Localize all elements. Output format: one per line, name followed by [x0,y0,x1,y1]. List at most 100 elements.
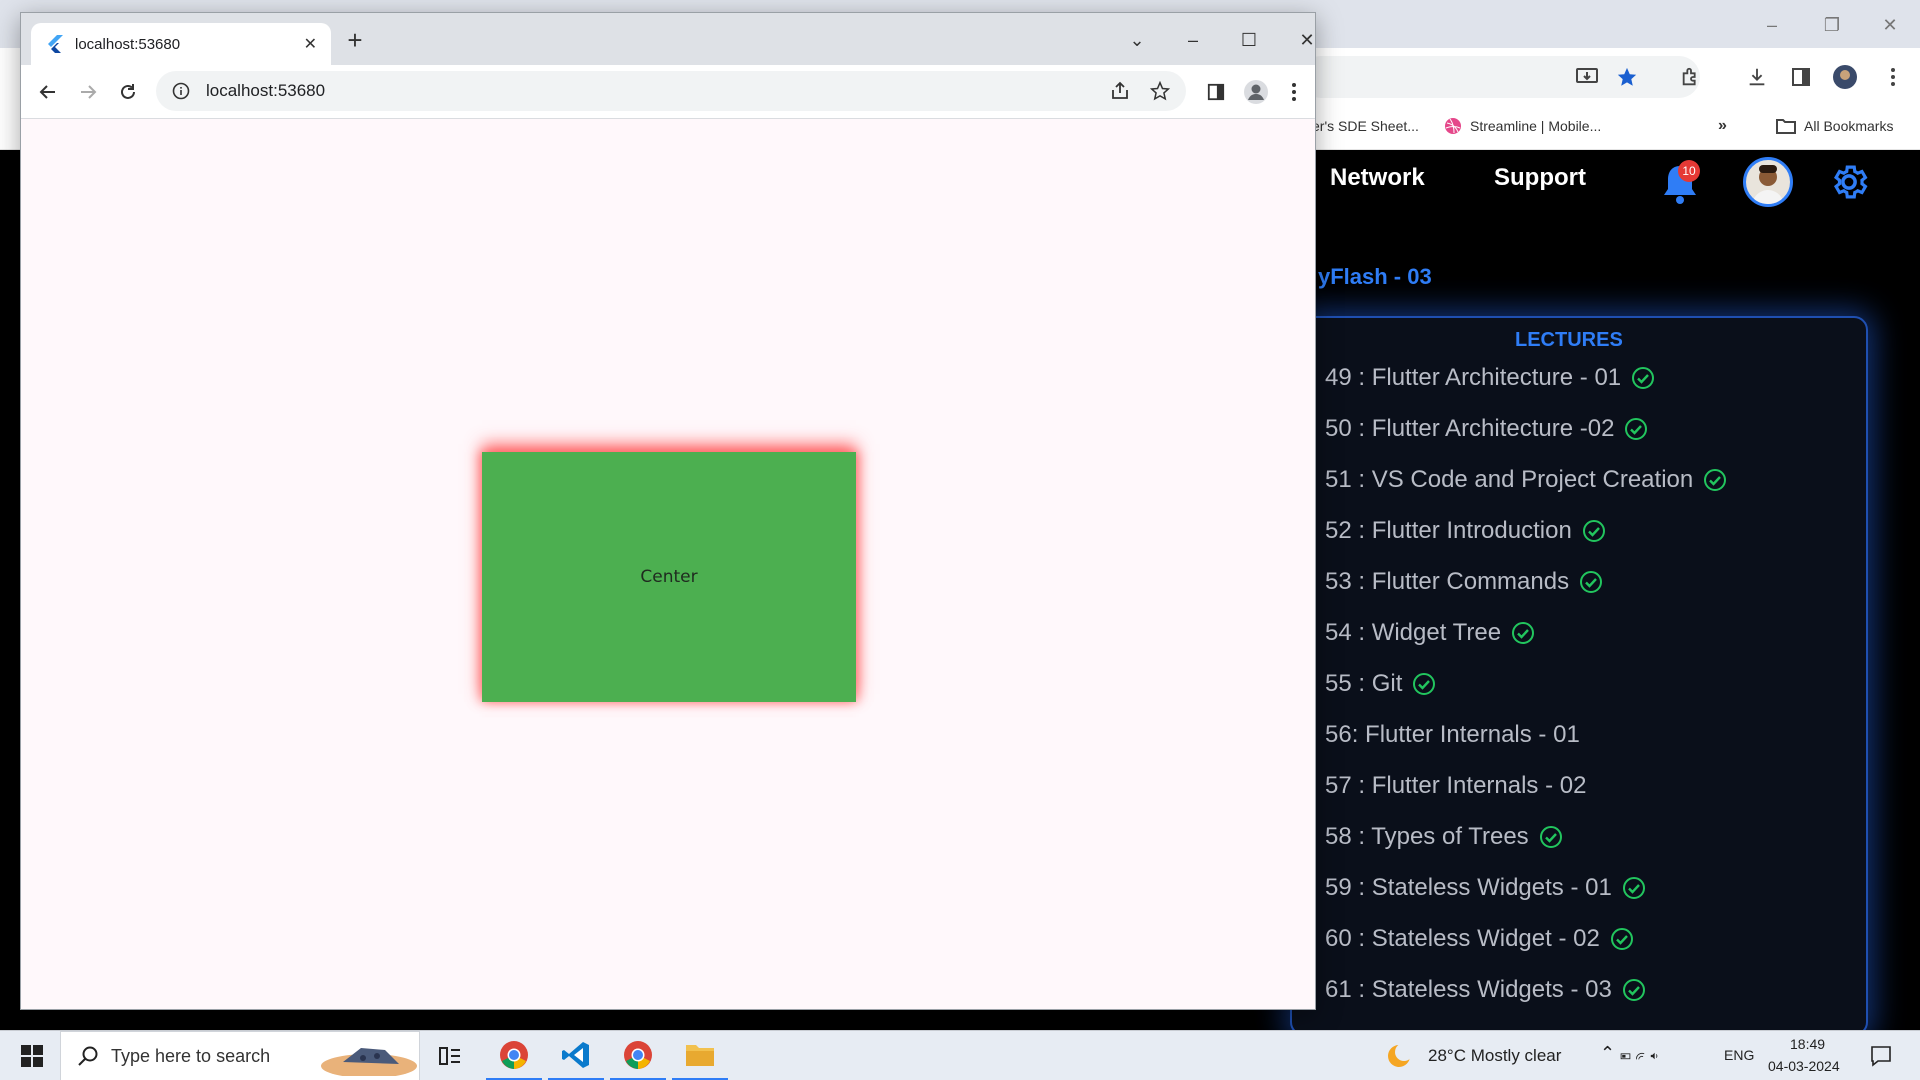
fg-minimize-button[interactable]: – [1173,25,1213,55]
side-panel-icon[interactable] [1786,62,1816,92]
user-avatar[interactable] [1743,157,1793,207]
weather-text[interactable]: 28°C Mostly clear [1428,1046,1561,1066]
bg-close-button[interactable]: ✕ [1870,10,1910,40]
lecture-label: 51 : VS Code and Project Creation [1325,466,1694,493]
fg-profile-icon[interactable] [1241,77,1271,107]
taskbar-file-explorer-icon[interactable] [672,1031,728,1080]
tray-system-icons[interactable] [1620,1031,1664,1080]
settings-gear-icon[interactable] [1828,161,1870,203]
fg-close-button[interactable]: ✕ [1287,25,1327,55]
completed-check-icon [1610,928,1633,950]
dribbble-icon [1445,118,1461,134]
taskbar-vscode-icon[interactable] [548,1031,604,1080]
extensions-icon[interactable] [1676,62,1706,92]
fg-side-panel-icon[interactable] [1201,77,1231,107]
notification-badge: 10 [1678,160,1700,182]
lecture-item[interactable]: 49 : Flutter Architecture - 01 [1325,360,1655,396]
lecture-item[interactable]: 56: Flutter Internals - 01 [1325,717,1580,753]
taskbar-search-box[interactable]: Type here to search [60,1031,420,1080]
completed-check-icon [1512,622,1535,644]
bg-minimize-button[interactable]: – [1752,10,1792,40]
center-container: Center [482,452,856,702]
tab-close-icon[interactable]: ✕ [304,34,317,54]
search-placeholder: Type here to search [111,1045,271,1066]
tab-title: localhost:53680 [75,35,181,53]
search-highlight-image-icon [321,1048,417,1076]
fg-menu-icon[interactable] [1279,77,1309,107]
share-icon[interactable] [1110,81,1130,101]
reload-icon[interactable] [113,77,143,107]
lecture-label: 52 : Flutter Introduction [1325,517,1572,544]
taskbar-chrome-icon[interactable] [486,1031,542,1080]
new-tab-button[interactable]: + [335,25,375,55]
taskbar-chrome-2-icon[interactable] [610,1031,666,1080]
lectures-heading: LECTURES [1515,329,1623,351]
bg-restore-button[interactable]: ❐ [1812,10,1852,40]
bookmark-star-outline-icon[interactable] [1150,81,1170,101]
lecture-label: 54 : Widget Tree [1325,619,1502,646]
fg-maximize-button[interactable]: ☐ [1229,25,1269,55]
course-title: yFlash - 03 [1318,264,1432,289]
lecture-item[interactable]: 61 : Stateless Widgets - 03 [1325,972,1646,1008]
forward-arrow-icon[interactable] [73,77,103,107]
clock-date[interactable]: 04-03-2024 [1768,1058,1840,1074]
tray-overflow-chevron-icon[interactable]: ⌃ [1600,1043,1615,1064]
lecture-item[interactable]: 57 : Flutter Internals - 02 [1325,768,1586,804]
tab-localhost[interactable]: localhost:53680 ✕ [31,23,331,65]
lecture-label: 60 : Stateless Widget - 02 [1325,925,1600,952]
completed-check-icon [1632,367,1655,389]
lecture-item[interactable]: 55 : Git [1325,666,1436,702]
task-view-icon[interactable] [422,1031,478,1080]
center-text: Center [640,567,698,587]
more-bookmarks-chevron-icon[interactable]: » [1718,114,1727,138]
search-icon [78,1046,98,1066]
flutter-app-page: Center [21,119,1315,1009]
completed-check-icon [1539,826,1562,848]
nav-support-link[interactable]: Support [1494,164,1586,192]
windows-start-icon[interactable] [4,1031,60,1080]
lecture-item[interactable]: 53 : Flutter Commands [1325,564,1603,600]
completed-check-icon [1413,673,1436,695]
lecture-item[interactable]: 58 : Types of Trees [1325,819,1563,855]
download-icon[interactable] [1742,62,1772,92]
url-text: localhost:53680 [206,81,326,100]
bookmark-star-icon[interactable] [1612,62,1642,92]
lecture-item[interactable]: 52 : Flutter Introduction [1325,513,1606,549]
lecture-label: 57 : Flutter Internals - 02 [1325,772,1587,799]
address-bar[interactable]: localhost:53680 [156,71,1186,111]
lecture-item[interactable]: 59 : Stateless Widgets - 01 [1325,870,1646,906]
completed-check-icon [1622,979,1645,1001]
fg-toolbar: localhost:53680 [21,65,1315,119]
bookmark-streamline[interactable]: Streamline | Mobile... [1444,114,1601,138]
completed-check-icon [1622,877,1645,899]
bookmark-sde-sheet[interactable]: er's SDE Sheet... [1312,114,1419,138]
lecture-label: 49 : Flutter Architecture - 01 [1325,364,1622,391]
lecture-label: 58 : Types of Trees [1325,823,1529,850]
install-app-icon[interactable] [1572,62,1602,92]
nav-network-link[interactable]: Network [1330,164,1425,192]
lecture-label: 61 : Stateless Widgets - 03 [1325,976,1612,1003]
lecture-item[interactable]: 54 : Widget Tree [1325,615,1535,651]
bg-profile-avatar[interactable] [1830,62,1860,92]
completed-check-icon [1704,469,1727,491]
info-icon [172,82,190,100]
flutter-icon [48,35,63,53]
bg-menu-icon[interactable] [1878,62,1908,92]
tab-search-chevron-icon[interactable]: ⌄ [1117,25,1157,55]
notification-center-icon[interactable] [1856,1031,1906,1080]
lecture-item[interactable]: 50 : Flutter Architecture -02 [1325,411,1648,447]
back-arrow-icon[interactable] [33,77,63,107]
clock-time[interactable]: 18:49 [1790,1036,1825,1052]
fg-titlebar: localhost:53680 ✕ + ⌄ – ☐ ✕ [21,13,1315,65]
weather-moon-icon[interactable] [1380,1031,1420,1080]
foreground-browser-window: localhost:53680 ✕ + ⌄ – ☐ ✕ localhost:53… [20,12,1316,1010]
language-indicator[interactable]: ENG [1724,1047,1754,1063]
completed-check-icon [1582,520,1605,542]
lecture-label: 59 : Stateless Widgets - 01 [1325,874,1612,901]
lecture-item[interactable]: 51 : VS Code and Project Creation [1325,462,1727,498]
notification-bell-button[interactable]: 10 [1660,160,1700,208]
lecture-item[interactable]: 60 : Stateless Widget - 02 [1325,921,1634,957]
taskbar: Type here to search 28°C Mostly clear ⌃ … [0,1030,1920,1080]
all-bookmarks-button[interactable]: All Bookmarks [1776,114,1893,138]
folder-icon [1776,119,1796,134]
